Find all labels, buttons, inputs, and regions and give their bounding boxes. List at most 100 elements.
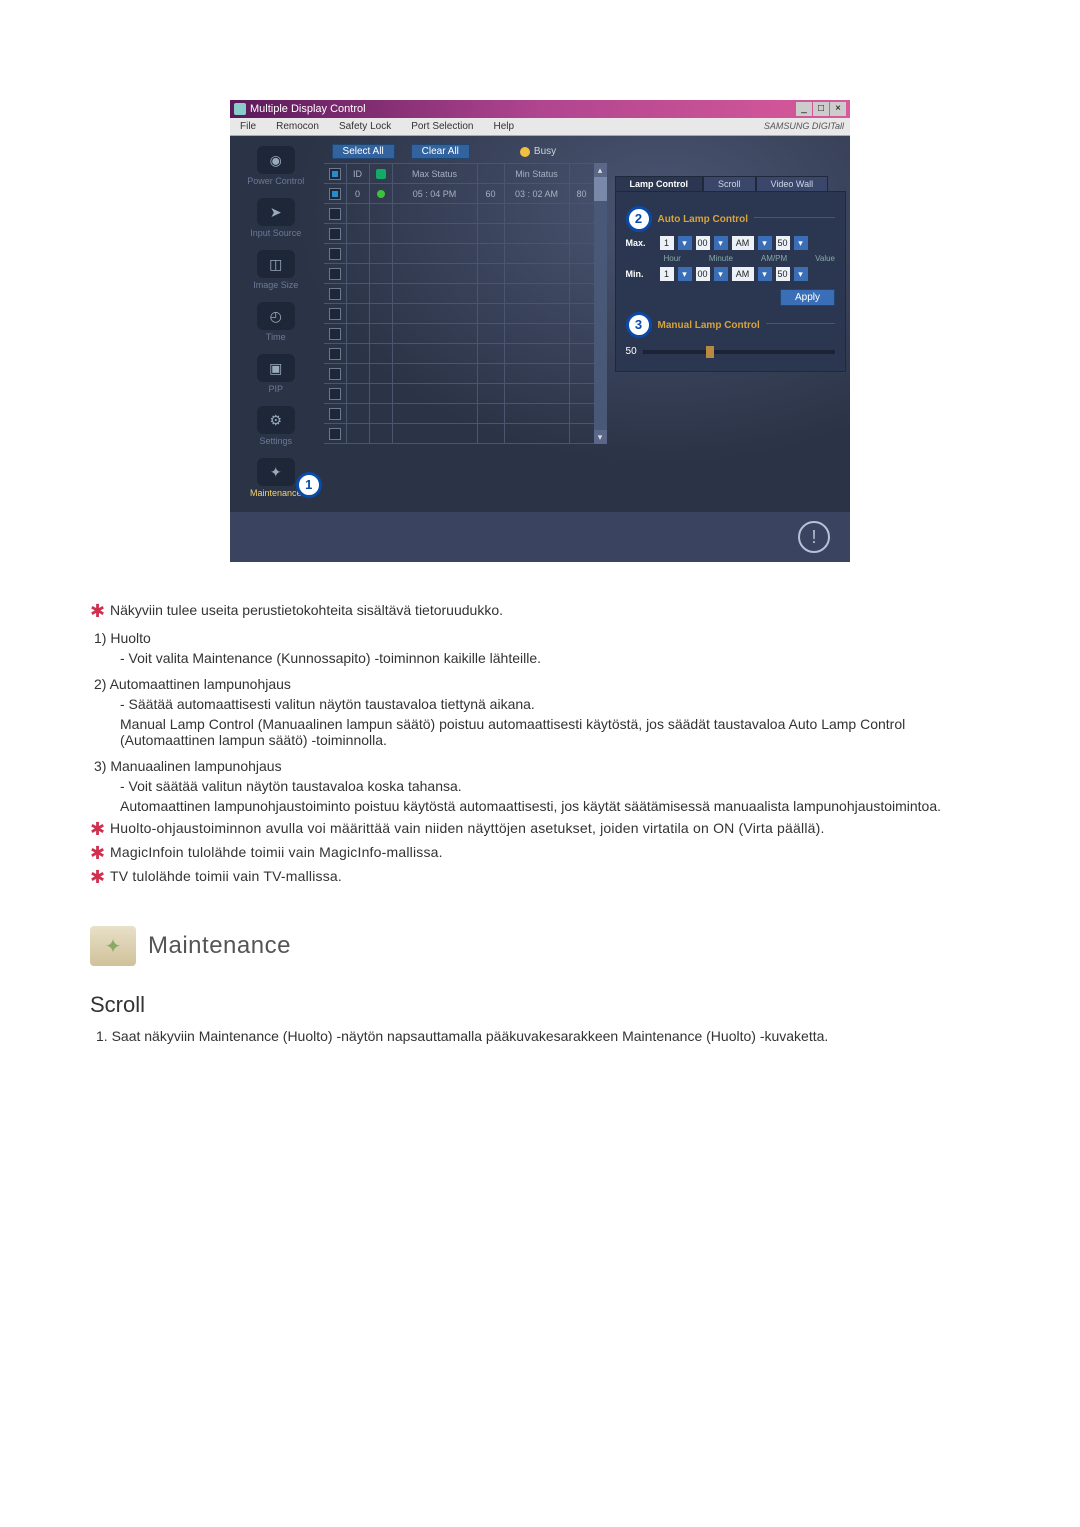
header-checkbox-icon[interactable]: [329, 168, 341, 180]
dropdown-icon[interactable]: ▾: [794, 267, 808, 281]
dropdown-icon[interactable]: ▾: [758, 267, 772, 281]
dropdown-icon[interactable]: ▾: [678, 236, 692, 250]
scroll-up-icon[interactable]: ▴: [594, 163, 607, 177]
grid-row-empty: [324, 264, 594, 284]
min-value-input[interactable]: 50: [776, 267, 790, 281]
grid-header: ID Max Status Min Status: [324, 164, 594, 184]
star-icon: ✱: [90, 602, 110, 620]
apply-button[interactable]: Apply: [780, 289, 835, 306]
status-dot-icon: [377, 190, 385, 198]
row-checkbox[interactable]: [329, 248, 341, 260]
grid-row-empty: [324, 244, 594, 264]
input-source-icon: ➤: [257, 198, 295, 226]
max-hour-input[interactable]: 1: [660, 236, 674, 250]
item-1-title: 1) Huolto: [94, 630, 990, 646]
dropdown-icon[interactable]: ▾: [714, 236, 728, 250]
grid-row-empty: [324, 424, 594, 444]
callout-3: 3: [626, 312, 652, 338]
max-value-input[interactable]: 50: [776, 236, 790, 250]
row-checkbox[interactable]: [329, 348, 341, 360]
row-checkbox[interactable]: [329, 288, 341, 300]
row-checkbox[interactable]: [329, 208, 341, 220]
cell-min: 03 : 02 AM: [505, 184, 570, 203]
dropdown-icon[interactable]: ▾: [714, 267, 728, 281]
scroll-thumb[interactable]: [594, 177, 607, 201]
titlebar: Multiple Display Control _ □ ×: [230, 100, 850, 118]
row-checkbox[interactable]: [329, 388, 341, 400]
row-checkbox[interactable]: [329, 368, 341, 380]
sidebar-settings[interactable]: ⚙ Settings: [232, 402, 320, 450]
grid-row-empty: [324, 344, 594, 364]
col-max-status: Max Status: [393, 164, 478, 183]
col-status-icon: [376, 169, 386, 179]
row-checkbox[interactable]: [329, 308, 341, 320]
star-icon: ✱: [90, 820, 110, 838]
callout-1: 1: [296, 472, 322, 498]
note-on-power: Huolto-ohjaustoiminnon avulla voi määrit…: [110, 820, 825, 836]
sidebar-maintenance[interactable]: ✦ Maintenance 1: [232, 454, 320, 502]
document-body: ✱ Näkyviin tulee useita perustietokohtei…: [90, 602, 990, 1044]
row-checkbox[interactable]: [329, 408, 341, 420]
menu-remocon[interactable]: Remocon: [266, 118, 329, 135]
row-checkbox[interactable]: [329, 228, 341, 240]
manual-lamp-slider[interactable]: [643, 350, 835, 354]
dropdown-icon[interactable]: ▾: [794, 236, 808, 250]
sidebar: ◉ Power Control ➤ Input Source ◫ Image S…: [230, 136, 322, 508]
auto-lamp-max-row: Max. 1 ▾ 00 ▾ AM ▾ 50 ▾: [626, 236, 835, 250]
menubar: File Remocon Safety Lock Port Selection …: [230, 118, 850, 136]
grid-row-empty: [324, 384, 594, 404]
item-3-cont: Automaattinen lampunohjaustoiminto poist…: [120, 798, 990, 814]
sidebar-time[interactable]: ◴ Time: [232, 298, 320, 346]
menu-help[interactable]: Help: [483, 118, 524, 135]
grid-scrollbar[interactable]: ▴ ▾: [594, 163, 607, 444]
max-ampm-input[interactable]: AM: [732, 236, 754, 250]
tab-video-wall[interactable]: Video Wall: [756, 176, 829, 191]
display-grid: ID Max Status Min Status 0: [324, 163, 594, 444]
clear-all-button[interactable]: Clear All: [411, 144, 470, 159]
min-ampm-input[interactable]: AM: [732, 267, 754, 281]
row-checkbox[interactable]: [329, 428, 341, 440]
close-button[interactable]: ×: [830, 102, 846, 116]
grid-row-empty: [324, 284, 594, 304]
sidebar-power-control[interactable]: ◉ Power Control: [232, 142, 320, 190]
menu-port-selection[interactable]: Port Selection: [401, 118, 483, 135]
min-hour-input[interactable]: 1: [660, 267, 674, 281]
pip-icon: ▣: [257, 354, 295, 382]
star-icon: ✱: [90, 868, 110, 886]
max-label: Max.: [626, 238, 656, 248]
dropdown-icon[interactable]: ▾: [758, 236, 772, 250]
grid-row[interactable]: 0 05 : 04 PM 60 03 : 02 AM 80: [324, 184, 594, 204]
minimize-button[interactable]: _: [796, 102, 812, 116]
item-2-dash: - Säätää automaattisesti valitun näytön …: [120, 696, 990, 712]
sidebar-pip[interactable]: ▣ PIP: [232, 350, 320, 398]
tab-lamp-control[interactable]: Lamp Control: [615, 176, 704, 191]
dropdown-icon[interactable]: ▾: [678, 267, 692, 281]
row-checkbox[interactable]: [329, 268, 341, 280]
sublabels: Hour Minute AM/PM Value: [664, 254, 835, 263]
select-all-button[interactable]: Select All: [332, 144, 395, 159]
auto-lamp-min-row: Min. 1 ▾ 00 ▾ AM ▾ 50 ▾: [626, 267, 835, 281]
scroll-down-icon[interactable]: ▾: [594, 430, 607, 444]
app-window: Multiple Display Control _ □ × File Remo…: [230, 100, 850, 562]
sidebar-label: Input Source: [232, 228, 320, 238]
slider-thumb[interactable]: [706, 346, 714, 358]
grid-row-empty: [324, 304, 594, 324]
menu-file[interactable]: File: [230, 118, 266, 135]
sidebar-image-size[interactable]: ◫ Image Size: [232, 246, 320, 294]
maximize-button[interactable]: □: [813, 102, 829, 116]
min-minute-input[interactable]: 00: [696, 267, 710, 281]
busy-label: Busy: [534, 146, 556, 157]
settings-icon: ⚙: [257, 406, 295, 434]
callout-2: 2: [626, 206, 652, 232]
max-minute-input[interactable]: 00: [696, 236, 710, 250]
grid-row-empty: [324, 324, 594, 344]
row-checkbox[interactable]: [329, 328, 341, 340]
sidebar-input-source[interactable]: ➤ Input Source: [232, 194, 320, 242]
scroll-heading: Scroll: [90, 992, 990, 1018]
row-checkbox[interactable]: [329, 188, 341, 200]
menu-safety-lock[interactable]: Safety Lock: [329, 118, 401, 135]
auto-lamp-title: Auto Lamp Control: [658, 214, 749, 225]
min-label: Min.: [626, 269, 656, 279]
tab-scroll[interactable]: Scroll: [703, 176, 756, 191]
manual-value: 50: [626, 346, 637, 357]
